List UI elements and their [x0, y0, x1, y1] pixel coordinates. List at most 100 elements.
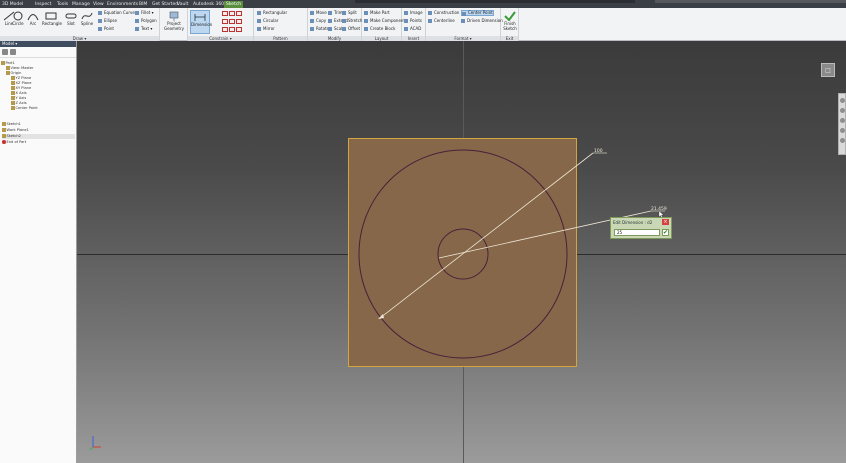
tree-item-work-plane1[interactable]: Work Plane1 — [2, 128, 29, 133]
arc-button[interactable]: Arc — [24, 10, 42, 34]
filter-icon[interactable] — [2, 49, 8, 55]
pan-icon[interactable] — [840, 108, 845, 113]
close-icon[interactable]: × — [662, 219, 669, 225]
tab-3d-model[interactable]: 3D Model — [2, 1, 23, 8]
project-geometry-button[interactable]: Project Geometry — [164, 10, 184, 34]
tree-item-label: Work Plane1 — [6, 128, 29, 132]
rectangle-button[interactable]: Rectangle — [42, 10, 62, 34]
tab-autodesk-360[interactable]: Autodesk 360 — [193, 1, 224, 8]
ellipse-button[interactable]: Ellipse — [98, 18, 117, 24]
offset-button[interactable]: Offset — [342, 26, 360, 32]
make-components-button[interactable]: Make Components — [364, 18, 407, 24]
collinear-constraint-icon[interactable] — [229, 11, 235, 16]
tree-item-label: Y Axis — [15, 96, 27, 100]
tree-item-sketch2[interactable]: Sketch2 — [2, 134, 75, 139]
finish-sketch-button[interactable]: Finish Sketch — [501, 10, 519, 34]
tree-item-y-axis[interactable]: Y Axis — [11, 96, 26, 101]
slot-icon — [65, 13, 77, 19]
split-button[interactable]: Split — [342, 10, 357, 16]
centerline-button[interactable]: Centerline — [428, 18, 455, 24]
axis-triad-icon — [89, 436, 101, 451]
outer-diameter-dimension-text[interactable]: 100 — [594, 148, 603, 154]
tree-item-origin[interactable]: Origin — [6, 71, 21, 76]
fillet-button[interactable]: Fillet ▾ — [135, 10, 154, 16]
smooth-constraint-icon[interactable] — [229, 27, 235, 32]
arc-icon — [27, 14, 39, 21]
center-point-button[interactable]: Center Point — [461, 10, 494, 16]
parallel-constraint-icon[interactable] — [222, 19, 228, 24]
trim-button[interactable]: Trim — [328, 10, 343, 16]
make-part-button[interactable]: Make Part — [364, 10, 390, 16]
tab-inspect[interactable]: Inspect — [35, 1, 51, 8]
exit-group: Finish Sketch Exit — [501, 8, 519, 41]
rectangular-pattern-button[interactable]: Rectangular — [257, 10, 287, 16]
orbit-icon[interactable] — [840, 128, 845, 133]
equation-curve-button[interactable]: Equation Curve — [98, 10, 135, 16]
rectangle-label: Rectangle — [42, 21, 62, 26]
tree-item-end-of-part[interactable]: End of Part — [2, 140, 26, 145]
mirror-button[interactable]: Mirror — [257, 26, 275, 32]
tree-item-label: Sketch2 — [6, 134, 21, 138]
tree-item-xz-plane[interactable]: XZ Plane — [11, 81, 31, 86]
plane-icon — [11, 86, 15, 90]
tab-get-started[interactable]: Get Started — [152, 1, 178, 8]
driven-dimension-button[interactable]: Driven Dimension — [461, 18, 503, 24]
tree-item-xy-plane[interactable]: XY Plane — [11, 86, 31, 91]
tab-bim[interactable]: BIM — [139, 1, 147, 8]
circle-label: Circle — [12, 21, 24, 26]
outer-diameter-dimension-line[interactable] — [379, 152, 594, 319]
tree-item-label: Z Axis — [15, 101, 27, 105]
dimension-icon — [194, 14, 206, 21]
look-at-icon[interactable] — [840, 138, 845, 143]
tab-manage[interactable]: Manage — [72, 1, 90, 8]
tree-item-x-axis[interactable]: X Axis — [11, 91, 27, 96]
tree-item-label: End of Part — [6, 140, 27, 144]
copy-button[interactable]: Copy — [310, 18, 326, 24]
arc-label: Arc — [29, 21, 37, 26]
dimension-value-input[interactable] — [614, 229, 660, 236]
tree-item-yz-plane[interactable]: YZ Plane — [11, 76, 31, 81]
coincident-constraint-icon[interactable] — [222, 11, 228, 16]
concentric-constraint-icon[interactable] — [236, 11, 242, 16]
construction-button[interactable]: Construction — [428, 10, 459, 16]
insert-group: Image Points ACAD Insert — [402, 8, 426, 41]
project-geometry-group: Project Geometry — [160, 8, 188, 41]
viewcube[interactable]: □ — [821, 63, 835, 77]
tab-tools[interactable]: Tools — [57, 1, 68, 8]
tab-environments[interactable]: Environments — [107, 1, 138, 8]
tree-item-view[interactable]: View: Master — [6, 66, 33, 71]
tree-item-center-point[interactable]: Center Point — [11, 106, 38, 111]
dimension-button[interactable]: Dimension — [190, 10, 212, 34]
graphics-window[interactable]: 100 21.459 Edit Dimension : d2 × ✔ □ — [77, 41, 846, 463]
polygon-button[interactable]: Polygon — [135, 18, 157, 24]
points-button[interactable]: Points — [404, 18, 422, 24]
create-block-button[interactable]: Create Block — [364, 26, 395, 32]
draw-group: Line Circle Arc Rectangle Slot Spline Eq… — [0, 8, 160, 41]
full-navigation-wheel-icon[interactable] — [840, 98, 845, 103]
find-icon[interactable] — [10, 49, 16, 55]
tangent-constraint-icon[interactable] — [222, 27, 228, 32]
tab-view[interactable]: View — [93, 1, 104, 8]
rotate-button[interactable]: Rotate — [310, 26, 329, 32]
accept-checkmark-icon[interactable]: ✔ — [662, 229, 669, 236]
acad-button[interactable]: ACAD — [404, 26, 421, 32]
tab-vault[interactable]: Vault — [177, 1, 188, 8]
image-button[interactable]: Image — [404, 10, 423, 16]
tree-item-part[interactable]: Part1 — [1, 61, 15, 66]
circular-pattern-button[interactable]: Circular — [257, 18, 278, 24]
stretch-button[interactable]: Stretch — [342, 18, 362, 24]
zoom-icon[interactable] — [840, 118, 845, 123]
point-button[interactable]: Point — [98, 26, 114, 32]
perpendicular-constraint-icon[interactable] — [229, 19, 235, 24]
move-button[interactable]: Move — [310, 10, 327, 16]
tree-item-z-axis[interactable]: Z Axis — [11, 101, 27, 106]
tab-sketch[interactable]: Sketch — [224, 1, 244, 8]
text-button[interactable]: Text ▾ — [135, 26, 152, 32]
finish-sketch-label: Finish Sketch — [503, 21, 517, 31]
spline-button[interactable]: Spline — [78, 10, 96, 34]
title-strip — [355, 0, 635, 3]
symmetric-constraint-icon[interactable] — [236, 27, 242, 32]
plane-icon — [11, 81, 15, 85]
tree-item-sketch1[interactable]: Sketch1 — [2, 122, 21, 127]
horizontal-constraint-icon[interactable] — [236, 19, 242, 24]
